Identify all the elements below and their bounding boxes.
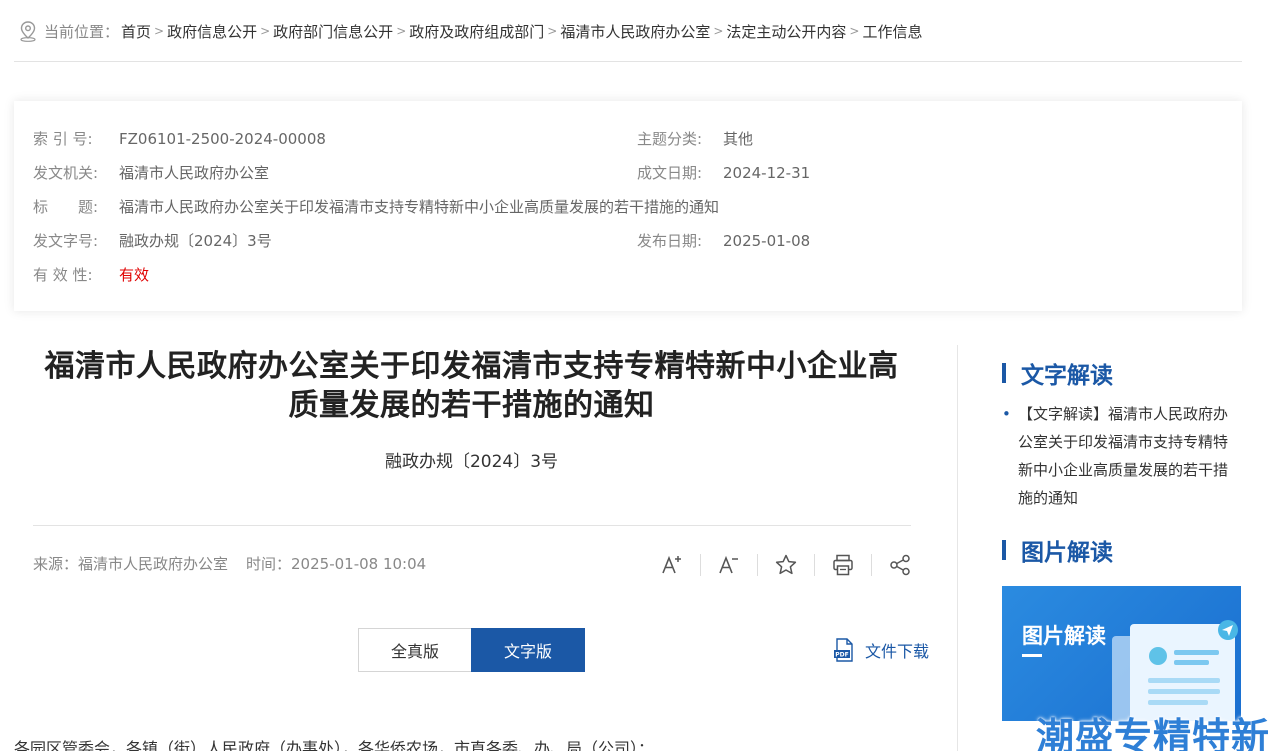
font-increase-button[interactable]	[650, 548, 694, 582]
article-toolbar	[650, 548, 922, 582]
breadcrumb-link-gov-info[interactable]: 政府信息公开	[167, 21, 257, 42]
article-source: 来源：福清市人民政府办公室	[33, 555, 229, 573]
article-title-line-2: 质量发展的若干措施的通知	[288, 388, 655, 423]
meta-created-row: 成文日期: 2024-12-31	[637, 162, 810, 184]
meta-created-value: 2024-12-31	[723, 164, 811, 182]
favorite-button[interactable]	[764, 548, 808, 582]
article-source-line: 来源：福清市人民政府办公室 时间：2025-01-08 10:04	[33, 553, 426, 574]
text-interpretation-heading: 文字解读	[1002, 359, 1113, 389]
text-interpretation-link[interactable]: 【文字解读】福清市人民政府办公室关于印发福清市支持专精特新中小企业高质量发展的若…	[1002, 400, 1242, 512]
banner-underline	[1022, 654, 1042, 657]
document-metadata-card: 索 引 号: FZ06101-2500-2024-00008 主题分类: 其他 发文…	[14, 101, 1242, 311]
bullet-dot-icon: •	[1002, 405, 1011, 423]
meta-index-row: 索 引 号: FZ06101-2500-2024-00008	[33, 128, 326, 150]
share-button[interactable]	[878, 548, 922, 582]
pdf-file-icon: PDF	[834, 638, 853, 662]
meta-published-value: 2025-01-08	[723, 232, 811, 250]
svg-text:PDF: PDF	[835, 652, 848, 659]
list-item: • 【文字解读】福清市人民政府办公室关于印发福清市支持专精特新中小企业高质量发展…	[1002, 400, 1242, 512]
star-icon	[775, 554, 797, 575]
meta-issuer-row: 发文机关: 福清市人民政府办公室	[33, 162, 269, 184]
breadcrumb-separator: >	[260, 24, 271, 38]
breadcrumb-link-dept-info[interactable]: 政府部门信息公开	[273, 21, 393, 42]
toolbar-separator	[700, 554, 701, 576]
meta-topic-value: 其他	[723, 130, 754, 148]
breadcrumb-separator: >	[154, 24, 165, 38]
heading-accent-bar	[1002, 363, 1006, 383]
meta-topic-label: 主题分类:	[637, 130, 703, 148]
meta-title-row: 标 题: 福清市人民政府办公室关于印发福清市支持专精特新中小企业高质量发展的若干措…	[33, 196, 719, 218]
meta-title-label: 标 题:	[33, 198, 99, 216]
font-decrease-icon	[719, 555, 738, 574]
full-version-tab[interactable]: 全真版	[358, 628, 471, 672]
breadcrumb-separator: >	[849, 24, 860, 38]
sidebar-divider	[957, 345, 958, 751]
watermark-logo-text: 潮盛专精特新	[1036, 715, 1271, 751]
breadcrumb: 当前位置： 首页 > 政府信息公开 > 政府部门信息公开 > 政府及政府组成部门…	[18, 18, 923, 44]
heading-accent-bar	[1002, 540, 1006, 560]
breadcrumb-link-statutory[interactable]: 法定主动公开内容	[726, 21, 846, 42]
meta-validity-value: 有效	[119, 266, 150, 284]
font-decrease-button[interactable]	[707, 548, 751, 582]
meta-docno-label: 发文字号:	[33, 232, 99, 250]
print-icon	[833, 554, 853, 576]
meta-issuer-label: 发文机关:	[33, 164, 99, 182]
breadcrumb-separator: >	[396, 24, 407, 38]
meta-topic-row: 主题分类: 其他	[637, 128, 753, 150]
location-pin-icon	[20, 21, 36, 42]
meta-published-row: 发布日期: 2025-01-08	[637, 230, 810, 252]
breadcrumb-link-work-info[interactable]: 工作信息	[862, 21, 922, 42]
breadcrumb-link-home[interactable]: 首页	[121, 21, 151, 42]
article-doc-number: 融政办规〔2024〕3号	[384, 452, 559, 472]
meta-index-value: FZ06101-2500-2024-00008	[119, 130, 326, 148]
meta-published-label: 发布日期:	[637, 232, 703, 250]
share-icon	[890, 554, 910, 576]
breadcrumb-link-gov-depts[interactable]: 政府及政府组成部门	[409, 21, 544, 42]
meta-validity-label: 有 效 性:	[33, 266, 93, 284]
toolbar-separator	[871, 554, 872, 576]
meta-title-value: 福清市人民政府办公室关于印发福清市支持专精特新中小企业高质量发展的若干措施的通知	[119, 198, 720, 216]
version-switch: 全真版 文字版	[358, 628, 585, 672]
meta-docno-value: 融政办规〔2024〕3号	[119, 232, 272, 250]
breadcrumb-separator: >	[547, 24, 558, 38]
meta-index-label: 索 引 号:	[33, 130, 93, 148]
breadcrumb-prefix: 当前位置：	[44, 22, 120, 41]
text-interpretation-list: • 【文字解读】福清市人民政府办公室关于印发福清市支持专精特新中小企业高质量发展…	[1002, 400, 1242, 512]
picture-interpretation-banner[interactable]: 图片解读	[1002, 586, 1241, 721]
meta-docno-row: 发文字号: 融政办规〔2024〕3号	[33, 230, 272, 252]
picture-interpretation-heading-label: 图片解读	[1021, 540, 1113, 566]
article-title: 福清市人民政府办公室关于印发福清市支持专精特新中小企业高 质量发展的若干措施的通…	[14, 347, 929, 425]
meta-issuer-value: 福清市人民政府办公室	[119, 164, 270, 182]
banner-title: 图片解读	[1022, 624, 1106, 648]
toolbar-separator	[757, 554, 758, 576]
text-interpretation-heading-label: 文字解读	[1021, 363, 1113, 389]
article-title-line-1: 福清市人民政府办公室关于印发福清市支持专精特新中小企业高	[44, 349, 899, 384]
article-body-first-line: 各园区管委会，各镇（街）人民政府（办事处），各华侨农场，市直各委、办、局（公司）…	[14, 739, 655, 751]
meta-validity-row: 有 效 性: 有效	[33, 264, 149, 286]
toolbar-separator	[814, 554, 815, 576]
breadcrumb-separator: >	[713, 24, 724, 38]
breadcrumb-link-office[interactable]: 福清市人民政府办公室	[560, 21, 710, 42]
article-time: 时间：2025-01-08 10:04	[246, 555, 427, 573]
print-button[interactable]	[821, 548, 865, 582]
font-increase-icon	[662, 555, 681, 574]
meta-created-label: 成文日期:	[637, 164, 703, 182]
text-version-tab[interactable]: 文字版	[471, 628, 585, 672]
breadcrumb-divider	[14, 61, 1242, 62]
file-download-label: 文件下载	[865, 642, 930, 661]
file-download-link[interactable]: PDF 文件下载	[833, 638, 929, 662]
picture-interpretation-heading: 图片解读	[1002, 536, 1113, 566]
article-divider	[33, 525, 911, 526]
